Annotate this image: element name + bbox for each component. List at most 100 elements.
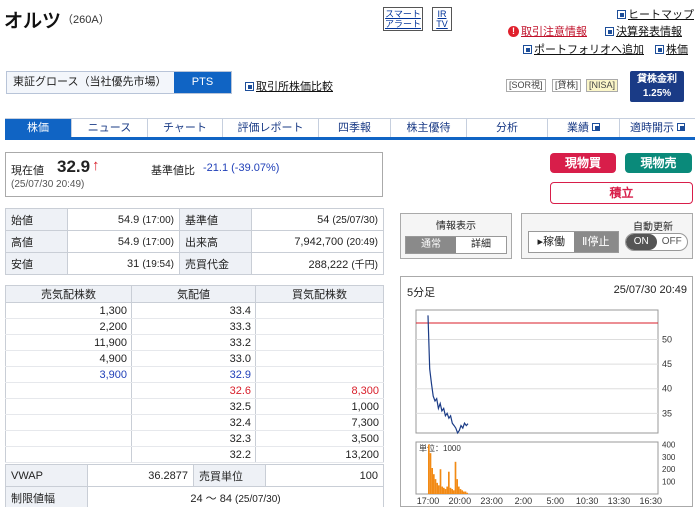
bid-header: 買気配株数 — [255, 285, 384, 303]
info-display-panel: 情報表示 通常 詳細 — [400, 213, 512, 259]
auto-update-label: 自動更新 — [633, 222, 673, 233]
tab-price[interactable]: 株価 — [5, 119, 72, 137]
portfolio-icon — [523, 44, 532, 54]
low-label: 安値 — [5, 252, 68, 275]
volume-tick-label: 200 — [662, 465, 676, 474]
tab-shikiho[interactable]: 四季報 — [319, 119, 391, 137]
volume-label: 出来高 — [179, 230, 252, 253]
y-tick-label: 40 — [662, 384, 672, 394]
exchange-compare-label: 取引所株価比較 — [256, 81, 333, 93]
normal-mode-button[interactable]: 通常 — [406, 237, 456, 253]
tab-chart[interactable]: チャート — [148, 119, 223, 137]
irtv-line2: TV — [436, 19, 448, 29]
volume-bar — [444, 489, 447, 494]
y-tick-label: 35 — [662, 408, 672, 418]
bid-qty: 8,300 — [255, 382, 384, 399]
limit-label: 制限値幅 — [5, 486, 88, 507]
bid-qty — [255, 350, 384, 367]
change-label: 基準値比 — [151, 165, 195, 177]
board-icon — [655, 44, 664, 54]
volume-value: 7,942,700 (20:49) — [251, 230, 384, 253]
quote-row: 安値 31 (19:54) 売買代金 288,222 (千円) — [5, 252, 384, 275]
high-label: 高値 — [5, 230, 68, 253]
volume-bar — [454, 461, 457, 494]
lending-rate-badge[interactable]: 貸株金利 1.25% — [630, 71, 684, 102]
volume-bar — [453, 490, 455, 494]
portfolio-link[interactable]: ポートフォリオへ追加 — [523, 41, 644, 57]
buy-button[interactable]: 現物買 — [550, 153, 616, 173]
caution-link[interactable]: ! 取引注意情報 — [508, 23, 587, 39]
volume-tick-label: 100 — [662, 478, 676, 487]
volume-bar — [459, 489, 462, 494]
price-chart: 35 40 45 50 単位：1000 100 200 300 400 17:00 20:00 23:… — [415, 309, 676, 506]
ask-qty: 4,900 — [5, 350, 132, 367]
tab-report[interactable]: 評価レポート — [223, 119, 319, 137]
auto-update-toggle[interactable]: ON OFF — [625, 233, 688, 251]
caution-label: 取引注意情報 — [521, 26, 587, 38]
tab-earnings[interactable]: 業績 — [548, 119, 620, 137]
turnover-amount: 288,222 — [308, 259, 349, 271]
stop-button[interactable]: Ⅱ停止 — [573, 232, 618, 252]
quote-price: 32.2 — [131, 446, 256, 463]
volume-bar — [449, 487, 452, 494]
external-link-icon — [592, 123, 601, 131]
tsumitate-button[interactable]: 積立 — [550, 182, 693, 204]
volume-amount: 7,942,700 — [294, 235, 344, 248]
stock-name: オルツ — [4, 11, 62, 32]
auto-update-panel: 自動更新 ▸稼働 Ⅱ停止 ON OFF — [521, 213, 693, 259]
earnings-link[interactable]: 決算発表情報 — [605, 23, 682, 39]
ask-qty — [5, 430, 132, 447]
volume-time: (20:49) — [346, 236, 378, 248]
x-tick-label: 10:30 — [576, 496, 599, 506]
tab-analysis[interactable]: 分析 — [467, 119, 548, 137]
current-price-label: 現在値 — [11, 165, 44, 177]
smart-alert-line2: アラート — [384, 19, 421, 29]
external-link-icon — [677, 123, 686, 131]
market-selector[interactable]: 東証グロース（当社優先市場） PTS — [6, 71, 232, 94]
market-name[interactable]: 東証グロース（当社優先市場） — [7, 72, 174, 93]
vwap-table: VWAP 36.2877 売買単位 100 制限値幅 24 〜 84 (25/0… — [5, 464, 384, 507]
detail-mode-button[interactable]: 詳細 — [456, 237, 506, 253]
run-button[interactable]: ▸稼働 — [529, 232, 574, 252]
quote-price: 33.3 — [131, 318, 256, 335]
order-book-header: 売気配株数 気配値 買気配株数 — [5, 285, 384, 303]
irtv-button[interactable]: IR TV — [432, 7, 452, 31]
ask-qty — [5, 414, 132, 431]
quote-price: 33.2 — [131, 334, 256, 351]
board-link[interactable]: 株価 — [655, 41, 688, 57]
base-label: 基準値 — [179, 208, 252, 231]
volume-unit-label: 単位：1000 — [419, 443, 461, 453]
tag-lending: [貸株] — [552, 79, 582, 92]
order-book-row: 32.5 1,000 — [5, 398, 384, 415]
limit-row: 制限値幅 24 〜 84 (25/07/30) — [5, 486, 384, 507]
tab-news[interactable]: ニュース — [72, 119, 148, 137]
ask-qty: 3,900 — [5, 366, 132, 383]
x-tick-label: 16:30 — [639, 496, 662, 506]
open-label: 始値 — [5, 208, 68, 231]
volume-bar — [428, 444, 430, 494]
pts-button[interactable]: PTS — [174, 72, 231, 93]
auto-off-button[interactable]: OFF — [657, 234, 688, 250]
sell-button[interactable]: 現物売 — [625, 153, 692, 173]
quote-price: 32.5 — [131, 398, 256, 415]
volume-bar — [456, 479, 458, 494]
auto-on-button[interactable]: ON — [626, 234, 657, 250]
tab-disclosure[interactable]: 適時開示 — [620, 119, 695, 137]
volume-bar — [431, 468, 433, 494]
bid-qty: 13,200 — [255, 446, 384, 463]
volume-bar — [439, 469, 442, 494]
limit-value: 24 〜 84 (25/07/30) — [87, 486, 384, 507]
turnover-value: 288,222 (千円) — [251, 252, 384, 275]
smart-alert-button[interactable]: スマート アラート — [383, 7, 423, 31]
order-book-row: 11,900 33.2 — [5, 334, 384, 351]
order-book-row: 4,900 33.0 — [5, 350, 384, 367]
ask-qty: 1,300 — [5, 302, 132, 319]
volume-bar — [446, 486, 448, 494]
quote-row: 始値 54.9 (17:00) 基準値 54 (25/07/30) — [5, 208, 384, 231]
tab-yutai[interactable]: 株主優待 — [391, 119, 467, 137]
heatmap-link[interactable]: ヒートマップ — [617, 6, 694, 22]
x-tick-label: 23:00 — [480, 496, 503, 506]
base-price: 54 — [317, 213, 330, 226]
tab-bar: 株価 ニュース チャート 評価レポート 四季報 株主優待 分析 業績 適時開示 — [5, 118, 695, 140]
exchange-compare-link[interactable]: 取引所株価比較 — [245, 78, 333, 94]
